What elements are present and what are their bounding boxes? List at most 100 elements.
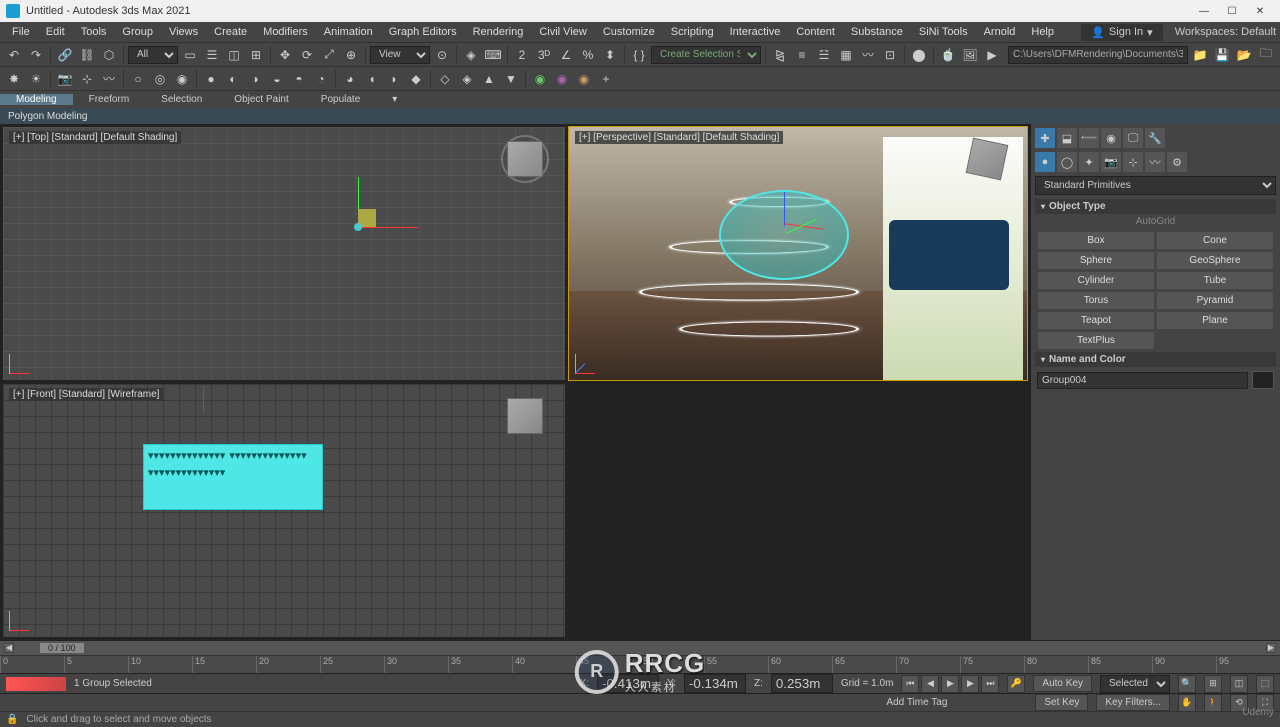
menu-graph-editors[interactable]: Graph Editors: [381, 26, 465, 38]
slider-prev[interactable]: ◀: [4, 643, 14, 653]
align-button[interactable]: ≡: [792, 45, 812, 65]
tab-selection[interactable]: Selection: [145, 94, 218, 105]
viewcube-persp[interactable]: [963, 135, 1011, 183]
systems-icon[interactable]: ⚙: [1167, 152, 1187, 172]
create-pyramid-button[interactable]: Pyramid: [1156, 291, 1274, 310]
lights-icon[interactable]: ✦: [1079, 152, 1099, 172]
time-position[interactable]: 0 / 100: [40, 643, 84, 653]
slider-next[interactable]: ▶: [1266, 643, 1276, 653]
viewcube-top[interactable]: [501, 135, 549, 183]
category-dropdown[interactable]: Standard Primitives: [1035, 176, 1276, 195]
modify-tab[interactable]: ⬓: [1057, 128, 1077, 148]
menu-tools[interactable]: Tools: [73, 26, 115, 38]
geometry-icon[interactable]: ●: [1035, 152, 1055, 172]
spinner-snap-button[interactable]: ⬍: [600, 45, 620, 65]
motion-tab[interactable]: ◉: [1101, 128, 1121, 148]
menu-edit[interactable]: Edit: [38, 26, 73, 38]
prev-frame-button[interactable]: ◀: [921, 675, 939, 693]
viewport-persp-label[interactable]: [+] [Perspective] [Standard] [Default Sh…: [575, 131, 783, 144]
viewport-top-label[interactable]: [+] [Top] [Standard] [Default Shading]: [9, 131, 181, 144]
viewport-top[interactable]: [+] [Top] [Standard] [Default Shading]: [2, 126, 566, 381]
cameras-icon[interactable]: 📷: [1101, 152, 1121, 172]
rollout-name-color[interactable]: Name and Color: [1035, 352, 1276, 367]
close-button[interactable]: ✕: [1246, 1, 1274, 21]
z-coord[interactable]: [771, 674, 833, 693]
icon-e[interactable]: ◔: [311, 69, 331, 89]
menu-group[interactable]: Group: [114, 26, 161, 38]
green-icon[interactable]: ◉: [530, 69, 550, 89]
material-editor-button[interactable]: ⬤: [909, 45, 929, 65]
maxscript-mini[interactable]: [6, 677, 66, 691]
menu-arnold[interactable]: Arnold: [976, 26, 1024, 38]
pivot-button[interactable]: ⊙: [432, 45, 452, 65]
create-sphere-button[interactable]: Sphere: [1037, 251, 1155, 270]
nav-walk-icon[interactable]: 🚶: [1204, 694, 1222, 712]
next-frame-button[interactable]: ▶: [961, 675, 979, 693]
nav-fov-icon[interactable]: ◫: [1230, 675, 1248, 693]
toggle-ribbon-button[interactable]: ▦: [836, 45, 856, 65]
icon-g[interactable]: ◖: [362, 69, 382, 89]
free-icon[interactable]: ◉: [172, 69, 192, 89]
layers-button[interactable]: ☱: [814, 45, 834, 65]
snap-2d-button[interactable]: 2: [512, 45, 532, 65]
folder-plus-button[interactable]: 📂: [1234, 45, 1254, 65]
utilities-tab[interactable]: 🔧: [1145, 128, 1165, 148]
create-box-button[interactable]: Box: [1037, 231, 1155, 250]
selection-filter[interactable]: All: [128, 46, 178, 64]
front-object-wireframe[interactable]: ▾▾▾▾▾▾▾▾▾▾▾▾▾▾ ▾▾▾▾▾▾▾▾▾▾▾▾▾▾ ▾▾▾▾▾▾▾▾▾▾…: [143, 444, 323, 510]
key-target[interactable]: Selected: [1100, 675, 1170, 693]
selected-object[interactable]: [719, 190, 849, 280]
save-button[interactable]: 💾: [1212, 45, 1232, 65]
menu-rendering[interactable]: Rendering: [465, 26, 532, 38]
angle-snap-button[interactable]: ∠: [556, 45, 576, 65]
space-warp-icon[interactable]: 〰: [99, 69, 119, 89]
nav-pan-icon[interactable]: ✋: [1178, 694, 1196, 712]
open-folder-button[interactable]: 📁: [1190, 45, 1210, 65]
minimize-button[interactable]: —: [1190, 1, 1218, 21]
sphere-icon[interactable]: ●: [201, 69, 221, 89]
shapes-icon[interactable]: ◯: [1057, 152, 1077, 172]
tab-modeling[interactable]: Modeling: [0, 94, 73, 105]
unlink-button[interactable]: ⛓: [77, 45, 97, 65]
orange-icon[interactable]: ◉: [574, 69, 594, 89]
create-tube-button[interactable]: Tube: [1156, 271, 1274, 290]
link-button[interactable]: 🔗: [55, 45, 75, 65]
camera-icon[interactable]: 📷: [55, 69, 75, 89]
schematic-button[interactable]: ⊡: [880, 45, 900, 65]
render-button[interactable]: ▶: [982, 45, 1002, 65]
menu-views[interactable]: Views: [161, 26, 206, 38]
object-color-swatch[interactable]: [1252, 371, 1274, 389]
menu-substance[interactable]: Substance: [843, 26, 911, 38]
keyfilters-button[interactable]: Key Filters...: [1096, 694, 1170, 711]
select-rect-button[interactable]: ◫: [224, 45, 244, 65]
create-cone-button[interactable]: Cone: [1156, 231, 1274, 250]
goto-start-button[interactable]: ⏮: [901, 675, 919, 693]
curve-editor-button[interactable]: 〰: [858, 45, 878, 65]
folder-button[interactable]: 🗀: [1256, 45, 1276, 65]
bind-button[interactable]: ⬡: [99, 45, 119, 65]
viewport-perspective[interactable]: [+] [Perspective] [Standard] [Default Sh…: [568, 126, 1028, 381]
create-textplus-button[interactable]: TextPlus: [1037, 331, 1155, 350]
rotate-button[interactable]: ⟳: [297, 45, 317, 65]
icon-l[interactable]: ▲: [479, 69, 499, 89]
menu-content[interactable]: Content: [788, 26, 843, 38]
placement-button[interactable]: ⊕: [341, 45, 361, 65]
play-button[interactable]: ▶: [941, 675, 959, 693]
percent-snap-button[interactable]: %: [578, 45, 598, 65]
select-name-button[interactable]: ☰: [202, 45, 222, 65]
create-torus-button[interactable]: Torus: [1037, 291, 1155, 310]
icon-b[interactable]: ◑: [245, 69, 265, 89]
icon-c[interactable]: ◒: [267, 69, 287, 89]
icon-h[interactable]: ◗: [384, 69, 404, 89]
icon-m[interactable]: ▼: [501, 69, 521, 89]
create-geosphere-button[interactable]: GeoSphere: [1156, 251, 1274, 270]
nav-zoomall-icon[interactable]: ⊞: [1204, 675, 1222, 693]
icon-j[interactable]: ◇: [435, 69, 455, 89]
keyboard-shortcut-button[interactable]: ⌨: [483, 45, 503, 65]
create-teapot-button[interactable]: Teapot: [1037, 311, 1155, 330]
key-mode-button[interactable]: 🔑: [1007, 675, 1025, 693]
create-light-icon[interactable]: ✸: [4, 69, 24, 89]
nav-region-icon[interactable]: ⬚: [1256, 675, 1274, 693]
target-icon[interactable]: ◎: [150, 69, 170, 89]
mirror-button[interactable]: ⧎: [770, 45, 790, 65]
